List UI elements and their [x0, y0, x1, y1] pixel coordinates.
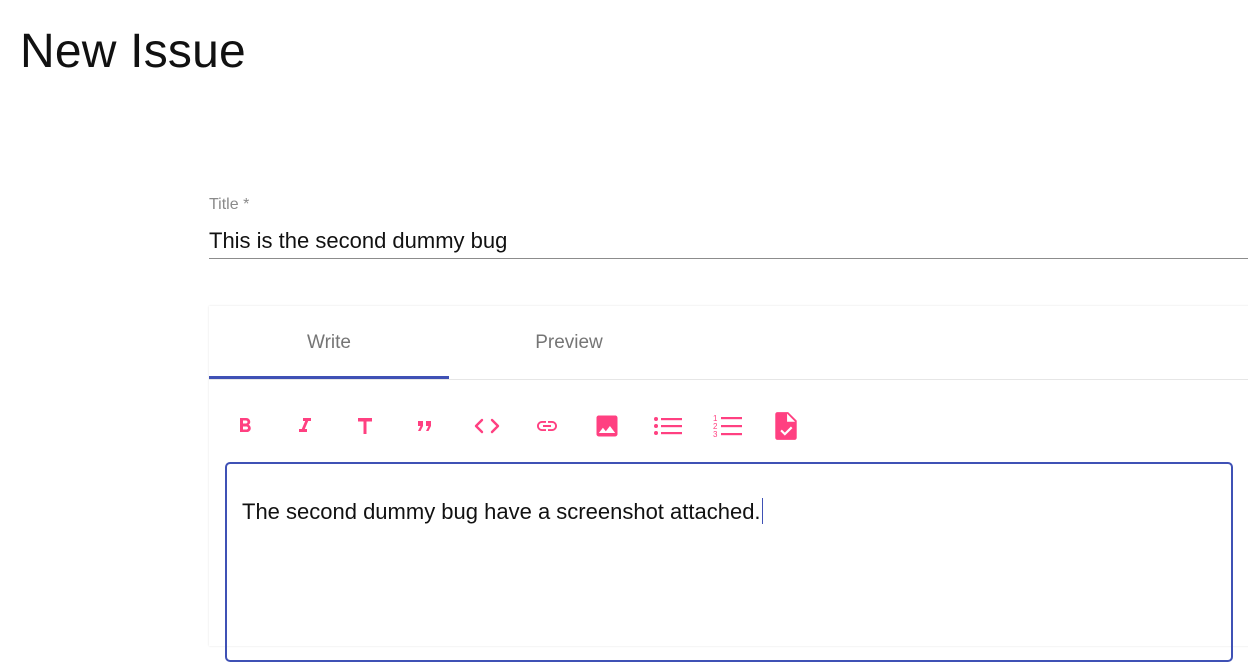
- page-title: New Issue: [20, 25, 246, 78]
- image-icon: [596, 415, 618, 437]
- bold-icon: [240, 418, 251, 432]
- code-icon: [474, 418, 500, 434]
- tab-preview[interactable]: Preview: [449, 306, 689, 379]
- checked-list-icon: [775, 412, 797, 440]
- markdown-editor: Write Preview 1 2 3 The second dummy bug…: [209, 306, 1248, 662]
- italic-button[interactable]: [293, 406, 353, 446]
- code-button[interactable]: [473, 406, 533, 446]
- image-button[interactable]: [593, 406, 653, 446]
- bold-button[interactable]: [233, 406, 293, 446]
- title-input[interactable]: [209, 224, 1248, 259]
- svg-text:3: 3: [713, 430, 718, 439]
- quote-button[interactable]: [413, 406, 473, 446]
- checked-list-button[interactable]: [773, 406, 833, 446]
- description-content: The second dummy bug have a screenshot a…: [242, 499, 761, 524]
- editor-toolbar: 1 2 3: [233, 406, 833, 446]
- text-caret: [761, 498, 763, 524]
- ordered-list-button[interactable]: 1 2 3: [713, 406, 773, 446]
- unordered-list-icon: [654, 417, 682, 435]
- description-textarea[interactable]: The second dummy bug have a screenshot a…: [225, 462, 1233, 662]
- editor-tabs: Write Preview: [209, 306, 1248, 380]
- title-field: Title *: [209, 192, 1248, 263]
- active-tab-indicator: [209, 376, 449, 379]
- link-icon: [537, 421, 557, 431]
- ordered-list-icon: 1 2 3: [713, 414, 742, 439]
- header-button[interactable]: [353, 406, 413, 446]
- title-label: Title *: [209, 196, 250, 213]
- link-button[interactable]: [533, 406, 593, 446]
- header-icon: [358, 418, 372, 434]
- description-text: The second dummy bug have a screenshot a…: [242, 498, 763, 525]
- italic-icon: [299, 418, 311, 432]
- unordered-list-button[interactable]: [653, 406, 713, 446]
- tab-write[interactable]: Write: [209, 306, 449, 379]
- quote-icon: [418, 421, 431, 431]
